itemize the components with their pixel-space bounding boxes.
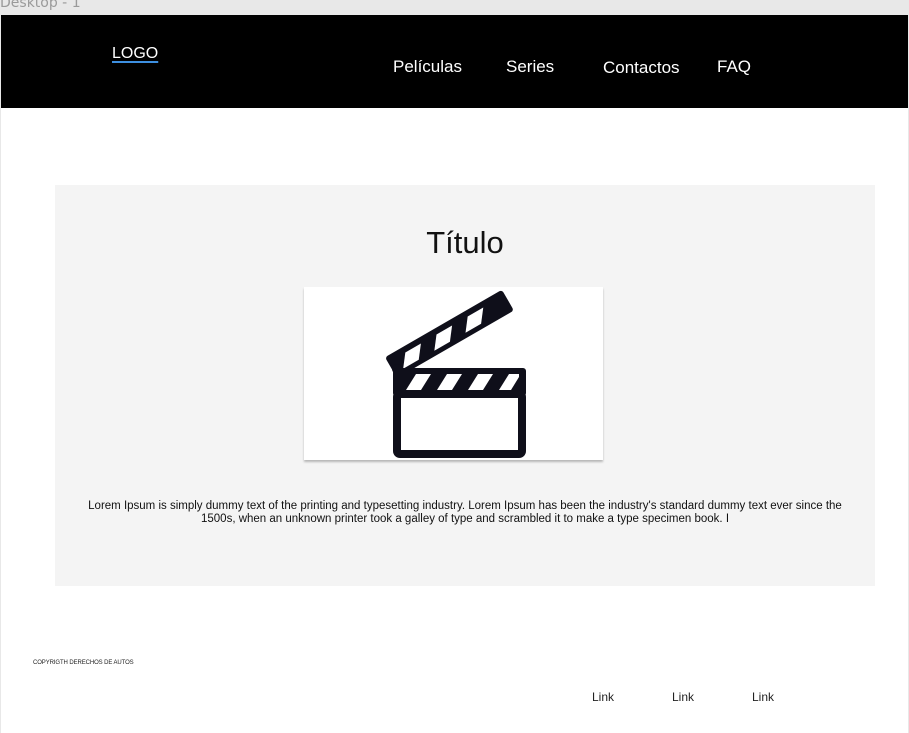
nav-item-series[interactable]: Series [506, 57, 554, 77]
footer-link-1[interactable]: Link [592, 690, 614, 704]
clapperboard-icon [386, 290, 526, 458]
artboard: LOGO Películas Series Contactos FAQ Títu… [1, 15, 908, 733]
hero-title: Título [426, 225, 504, 260]
hero-description: Lorem Ipsum is simply dummy text of the … [88, 500, 842, 525]
footer-link-3[interactable]: Link [752, 690, 774, 704]
hero-image [304, 287, 603, 460]
footer-link-2[interactable]: Link [672, 690, 694, 704]
navbar: LOGO Películas Series Contactos FAQ [1, 15, 908, 108]
nav-item-contactos[interactable]: Contactos [603, 58, 680, 78]
copyright-text: COPYRIGTH DERECHOS DE AUTOS [33, 660, 134, 666]
logo-link[interactable]: LOGO [112, 45, 158, 63]
hero-card: Título Lorem Ipsum is simply dummy text … [55, 185, 875, 586]
frame-label: Desktop - 1 [0, 0, 81, 11]
nav-item-faq[interactable]: FAQ [717, 57, 751, 77]
nav-item-peliculas[interactable]: Películas [393, 57, 462, 77]
